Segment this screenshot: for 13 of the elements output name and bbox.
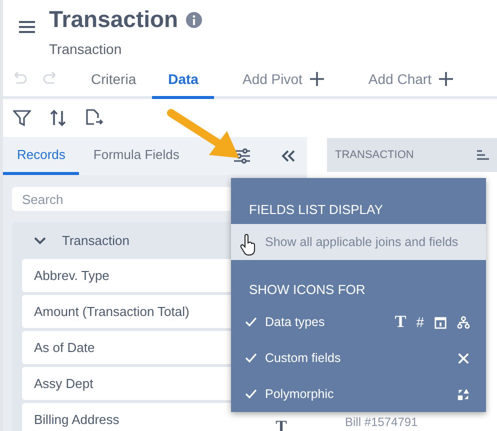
page-subtitle: Transaction <box>49 41 123 57</box>
column-title: TRANSACTION <box>335 149 414 161</box>
field-label: Assy Dept <box>34 376 94 391</box>
field-label: Billing Address <box>34 412 120 427</box>
field-label: As of Date <box>34 340 95 355</box>
menu-item-label: Show all applicable joins and fields <box>265 235 460 249</box>
field-label: Abbrev. Type <box>34 268 110 283</box>
table-cell-text: Bill #1574791 <box>344 416 419 429</box>
field-label: Amount (Transaction Total) <box>34 304 190 319</box>
page-title: Transaction <box>49 6 178 33</box>
type-glyph: T <box>394 312 406 332</box>
type-glyph: # <box>416 314 424 330</box>
group-label: Transaction <box>62 233 130 248</box>
